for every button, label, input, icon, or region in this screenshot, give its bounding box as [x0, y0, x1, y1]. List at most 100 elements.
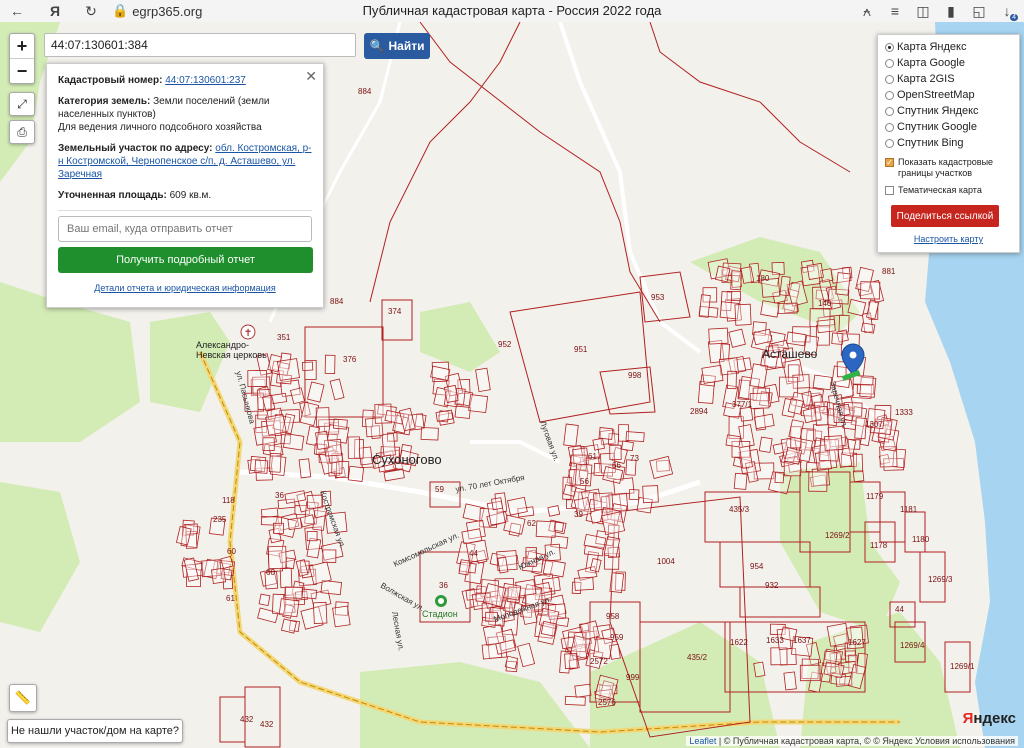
show-boundaries-option[interactable]: ✓ Показать кадастровые границы участков: [885, 157, 1012, 179]
thematic-map-option[interactable]: Тематическая карта: [885, 185, 1012, 196]
house-parcel[interactable]: [777, 302, 798, 314]
house-parcel[interactable]: [420, 427, 439, 441]
house-parcel[interactable]: [628, 489, 640, 501]
house-parcel[interactable]: [254, 459, 269, 474]
layer-radio[interactable]: [885, 90, 894, 100]
house-parcel[interactable]: [609, 572, 625, 594]
house-parcel[interactable]: [787, 398, 804, 415]
house-parcel[interactable]: [299, 514, 316, 528]
house-parcel[interactable]: [799, 664, 821, 682]
house-parcel[interactable]: [715, 265, 731, 283]
headphones-icon[interactable]: ⍲: [856, 0, 878, 22]
house-parcel[interactable]: [347, 436, 361, 459]
layer-option[interactable]: Карта Яндекс: [885, 39, 1012, 55]
house-parcel[interactable]: [210, 567, 227, 585]
house-parcel[interactable]: [458, 559, 471, 576]
yandex-terms[interactable]: © Яндекс Условия использования: [873, 736, 1015, 746]
house-parcel[interactable]: [708, 327, 729, 345]
house-parcel[interactable]: [315, 430, 330, 450]
house-parcel[interactable]: [443, 384, 459, 403]
not-found-button[interactable]: Не нашли участок/дом на карте?: [7, 719, 183, 743]
layer-option[interactable]: Спутник Google: [885, 119, 1012, 135]
house-parcel[interactable]: [725, 434, 741, 448]
zoom-out-button[interactable]: −: [10, 59, 34, 83]
address-bar[interactable]: 🔒 egrp365.org: [112, 1, 202, 21]
house-parcel[interactable]: [272, 522, 284, 534]
house-parcel[interactable]: [265, 413, 287, 436]
house-parcel[interactable]: [267, 545, 287, 570]
house-parcel[interactable]: [268, 452, 282, 473]
house-parcel[interactable]: [701, 364, 724, 384]
house-parcel[interactable]: [332, 605, 351, 628]
house-parcel[interactable]: [504, 655, 519, 670]
layer-option[interactable]: Карта 2GIS: [885, 71, 1012, 87]
cadastral-map[interactable]: 884 884 374 376 351 951 953 998 952 2894 881 180 140…: [0, 22, 1024, 748]
house-parcel[interactable]: [320, 579, 343, 596]
layer-option[interactable]: OpenStreetMap: [885, 87, 1012, 103]
layer-radio[interactable]: [885, 74, 894, 84]
house-parcel[interactable]: [258, 593, 271, 607]
house-parcel[interactable]: [468, 394, 489, 414]
house-parcel[interactable]: [324, 354, 336, 374]
zoom-in-button[interactable]: +: [10, 34, 34, 59]
house-parcel[interactable]: [860, 322, 876, 334]
house-parcel[interactable]: [542, 559, 566, 578]
report-details-link[interactable]: Детали отчета и юридическая информация: [58, 283, 312, 293]
search-input[interactable]: [44, 33, 356, 57]
house-parcel[interactable]: [308, 561, 332, 585]
house-parcel[interactable]: [823, 435, 843, 451]
reload-icon[interactable]: ↻: [80, 0, 102, 22]
house-parcel[interactable]: [535, 520, 557, 538]
close-icon[interactable]: ✕: [305, 68, 317, 85]
house-parcel[interactable]: [728, 328, 746, 348]
house-parcel[interactable]: [814, 405, 829, 426]
house-parcel[interactable]: [808, 471, 828, 492]
layer-radio[interactable]: [885, 42, 894, 52]
ruler-button[interactable]: 📏: [9, 684, 37, 712]
house-parcel[interactable]: [784, 447, 803, 465]
house-parcel[interactable]: [329, 378, 345, 401]
bookmark-icon[interactable]: ▮: [940, 0, 962, 22]
cadastral-number-link[interactable]: 44:07:130601:237: [165, 75, 246, 86]
house-parcel[interactable]: [540, 620, 557, 637]
house-parcel[interactable]: [753, 661, 766, 678]
house-parcel[interactable]: [307, 381, 325, 403]
house-parcel[interactable]: [507, 496, 528, 516]
house-parcel[interactable]: [698, 294, 711, 318]
house-parcel[interactable]: [758, 436, 773, 453]
house-parcel[interactable]: [826, 622, 850, 647]
house-parcel[interactable]: [220, 555, 234, 569]
house-parcel[interactable]: [749, 363, 768, 389]
leaflet-link[interactable]: Leaflet: [689, 736, 716, 746]
layer-radio[interactable]: [885, 122, 894, 132]
house-parcel[interactable]: [642, 485, 659, 504]
house-parcel[interactable]: [779, 275, 791, 297]
house-parcel[interactable]: [625, 431, 645, 443]
back-icon[interactable]: ←: [6, 0, 28, 22]
house-parcel[interactable]: [517, 642, 536, 668]
house-parcel[interactable]: [312, 601, 328, 624]
email-field[interactable]: [58, 216, 312, 242]
house-parcel[interactable]: [816, 318, 836, 334]
house-parcel[interactable]: [574, 576, 595, 591]
house-parcel[interactable]: [574, 683, 592, 698]
download-icon[interactable]: ↓ 4: [996, 0, 1018, 22]
configure-map-link[interactable]: Настроить карту: [885, 234, 1012, 244]
house-parcel[interactable]: [770, 647, 788, 666]
house-parcel[interactable]: [287, 517, 303, 531]
show-boundaries-checkbox[interactable]: ✓: [885, 158, 894, 167]
house-parcel[interactable]: [276, 358, 300, 381]
house-parcel[interactable]: [593, 492, 614, 511]
house-parcel[interactable]: [475, 367, 491, 392]
house-parcel[interactable]: [306, 530, 318, 542]
house-parcel[interactable]: [315, 407, 330, 427]
house-parcel[interactable]: [278, 598, 300, 618]
house-parcel[interactable]: [785, 331, 807, 347]
house-parcel[interactable]: [290, 387, 305, 405]
house-parcel[interactable]: [347, 465, 365, 482]
house-parcel[interactable]: [739, 406, 754, 422]
house-parcel[interactable]: [282, 433, 305, 451]
house-parcel[interactable]: [806, 262, 824, 280]
layer-option[interactable]: Карта Google: [885, 55, 1012, 71]
house-parcel[interactable]: [621, 440, 634, 452]
